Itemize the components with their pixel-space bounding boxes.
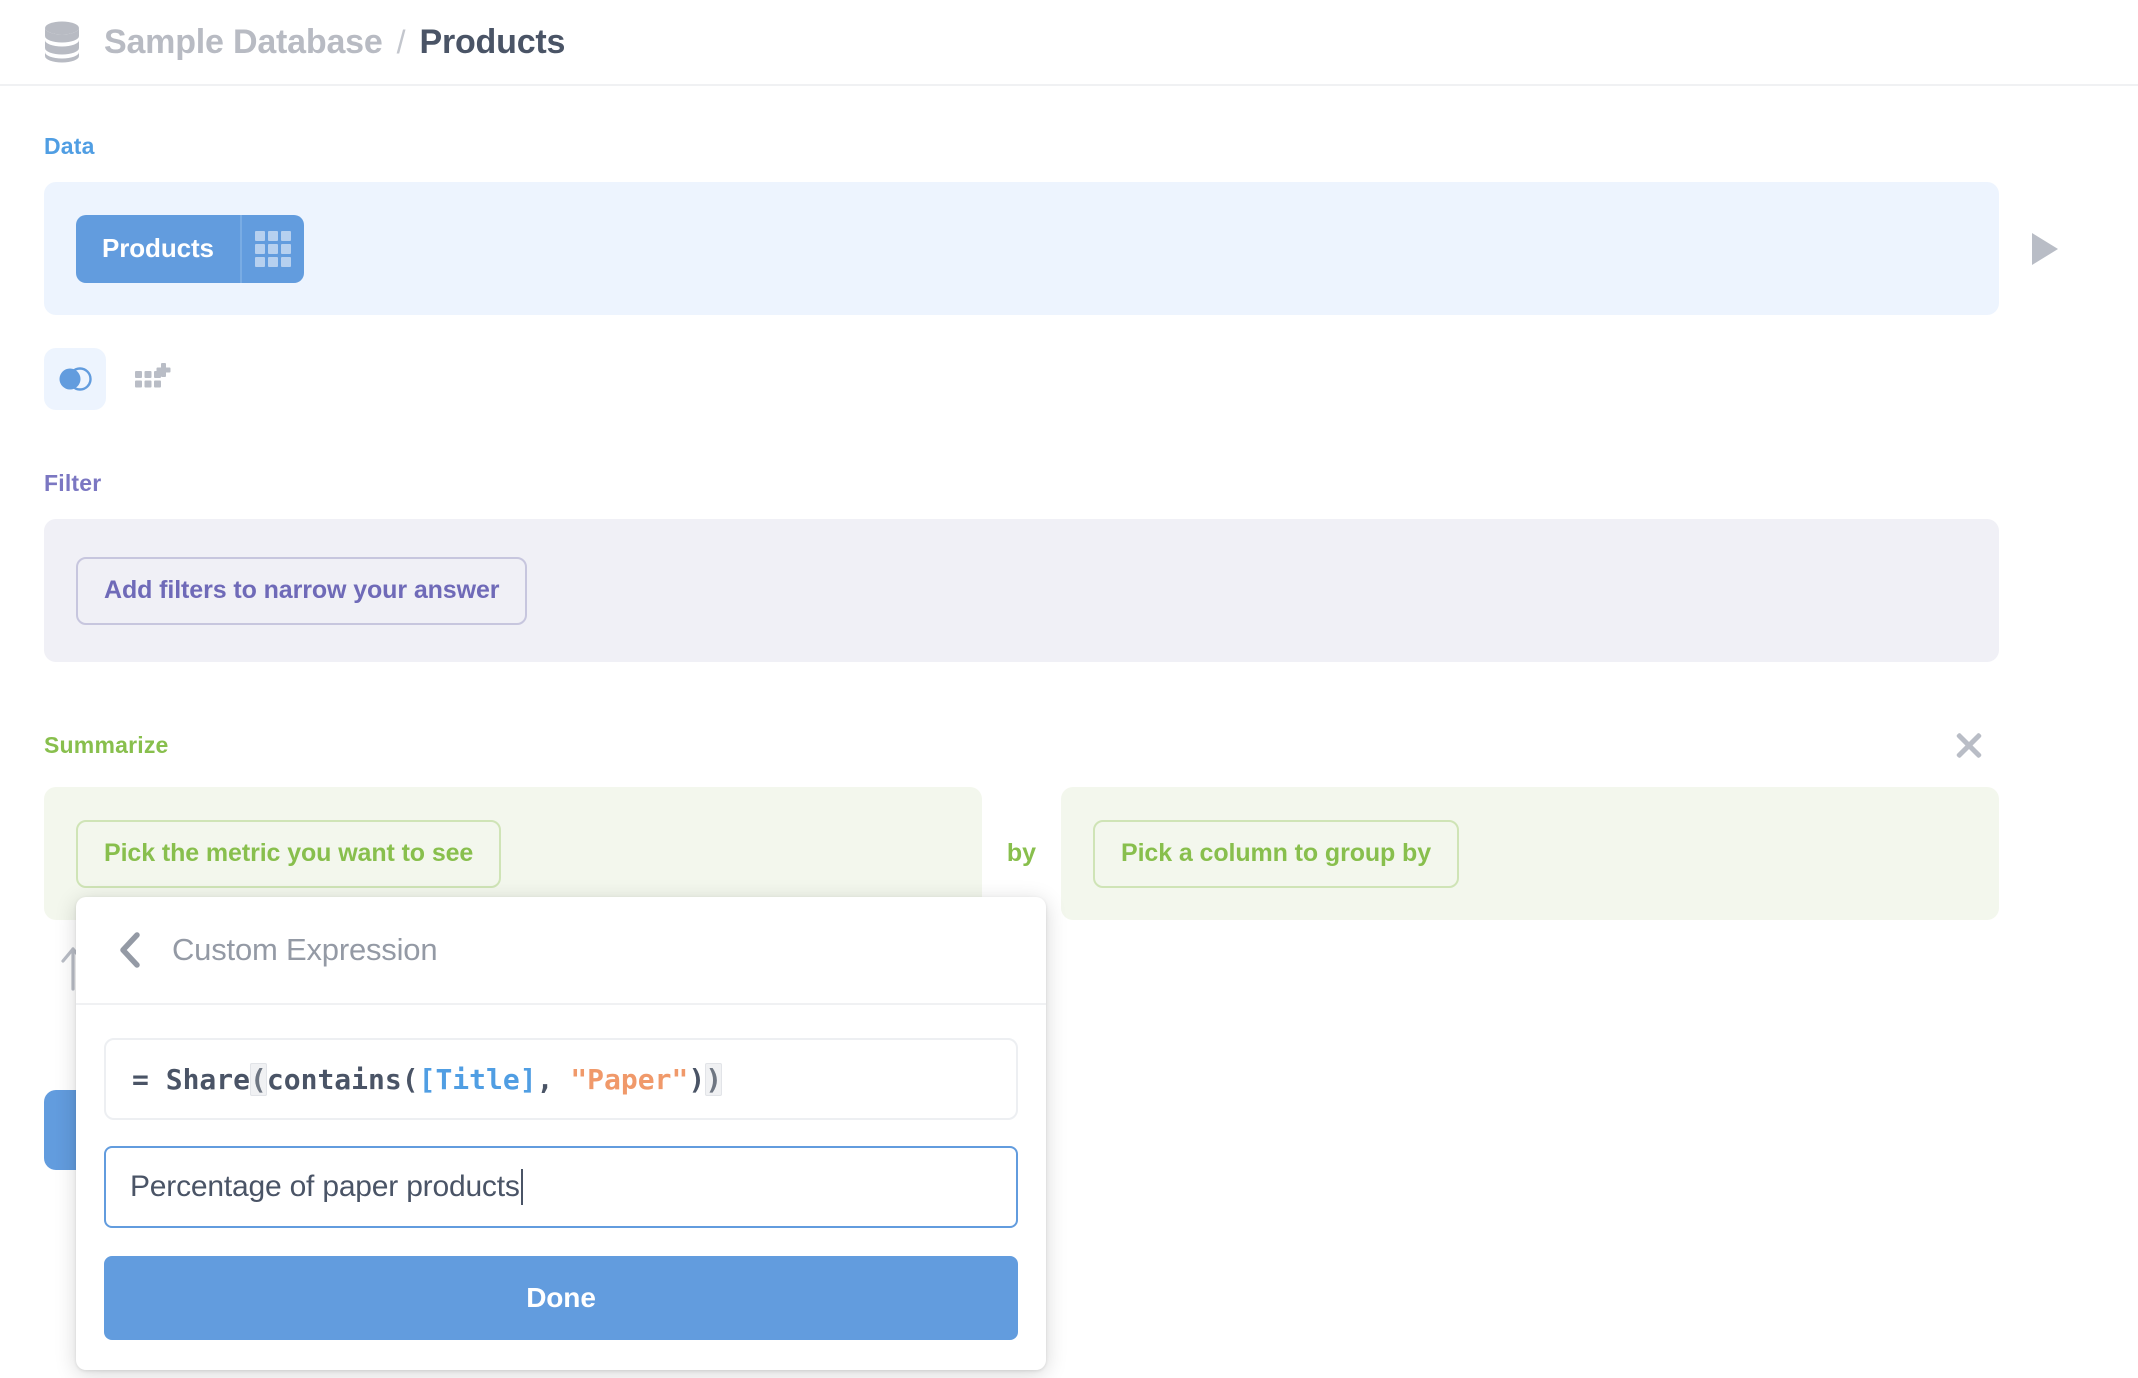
- database-icon: [45, 21, 79, 63]
- data-section-body: Products: [44, 182, 1999, 315]
- add-column-grid-plus-icon[interactable]: [122, 348, 184, 410]
- add-filter-button[interactable]: Add filters to narrow your answer: [76, 556, 528, 625]
- back-chevron-icon[interactable]: [114, 930, 146, 970]
- popover-header: Custom Expression: [76, 897, 1046, 1005]
- expression-editor-input[interactable]: = Share(contains([Title], "Paper")): [104, 1038, 1018, 1120]
- expr-token-function-outer: Share: [165, 1062, 251, 1096]
- expr-token-string: "Paper": [570, 1062, 689, 1096]
- play-run-icon[interactable]: [2032, 232, 2058, 265]
- pick-metric-button[interactable]: Pick the metric you want to see: [76, 819, 502, 888]
- pick-groupby-column-button[interactable]: Pick a column to group by: [1093, 819, 1460, 888]
- summarize-section: Summarize Pick the metric you want to se…: [44, 725, 1999, 920]
- breadcrumb-database[interactable]: Sample Database: [104, 23, 383, 62]
- data-section: Data Products: [44, 133, 2094, 315]
- breadcrumb-separator: /: [396, 23, 406, 60]
- custom-expression-popover: Custom Expression = Share(contains([Titl…: [76, 897, 1046, 1370]
- expr-token-comma: ,: [536, 1062, 571, 1096]
- data-table-pill[interactable]: Products: [76, 214, 304, 283]
- text-cursor: [520, 1169, 523, 1205]
- filter-section: Filter Add filters to narrow your answer: [44, 470, 1999, 662]
- summarize-section-header: Summarize: [44, 725, 1999, 765]
- popover-title: Custom Expression: [172, 932, 438, 967]
- expr-token-space: [149, 1063, 166, 1096]
- filter-section-label: Filter: [44, 470, 102, 496]
- expr-token-paren-close-highlighted: ): [705, 1062, 723, 1096]
- breadcrumb-table[interactable]: Products: [419, 23, 565, 62]
- expr-token-field: [Title]: [418, 1062, 537, 1096]
- summarize-section-label: Summarize: [44, 731, 169, 758]
- expression-name-value: Percentage of paper products: [130, 1170, 520, 1203]
- step-action-icons: [44, 348, 184, 410]
- done-button[interactable]: Done: [104, 1256, 1018, 1340]
- popover-body: = Share(contains([Title], "Paper")) Perc…: [76, 1005, 1046, 1370]
- data-section-label: Data: [44, 133, 95, 159]
- expr-token-equals: =: [132, 1062, 149, 1096]
- data-section-row: Products: [44, 182, 2094, 315]
- table-grid-icon[interactable]: [239, 214, 304, 283]
- summarize-groupby-area: Pick a column to group by: [1061, 787, 1999, 920]
- filter-section-body: Add filters to narrow your answer: [44, 519, 1999, 662]
- expr-token-function-inner: contains(: [266, 1062, 419, 1096]
- expr-token-paren-open-highlighted: (: [250, 1062, 267, 1096]
- breadcrumb-header: Sample Database / Products: [0, 0, 2138, 86]
- close-x-icon[interactable]: [1949, 725, 1989, 765]
- data-table-pill-label: Products: [102, 233, 214, 263]
- expression-name-input[interactable]: Percentage of paper products: [104, 1146, 1018, 1228]
- join-venn-icon[interactable]: [44, 348, 106, 410]
- expr-token-paren-close-inner: ): [688, 1062, 706, 1096]
